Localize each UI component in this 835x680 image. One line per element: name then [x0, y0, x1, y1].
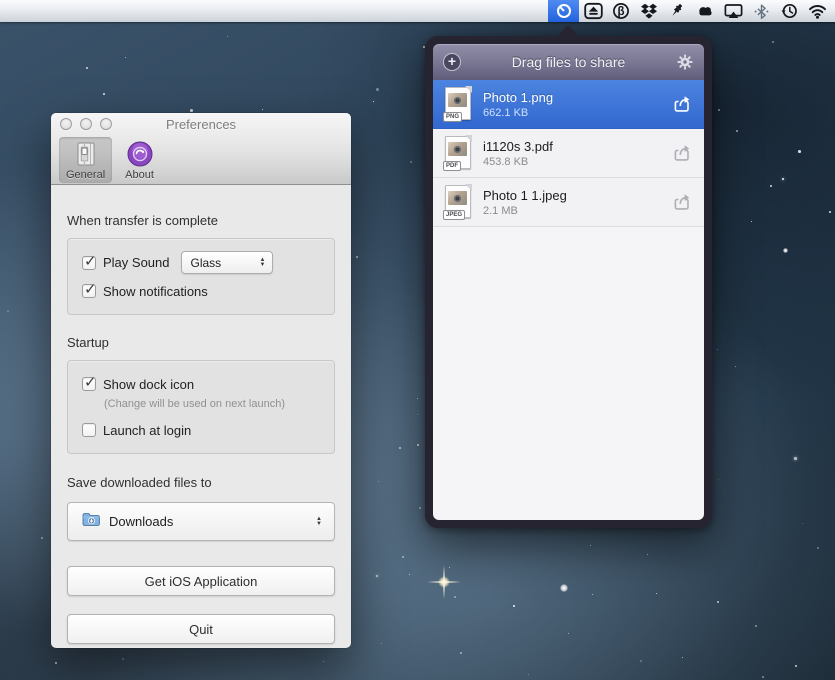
gear-icon[interactable]: [677, 54, 693, 70]
file-size: 453.8 KB: [483, 155, 672, 169]
save-folder-value: Downloads: [109, 514, 316, 529]
tab-about[interactable]: About: [118, 137, 161, 183]
menu-bar: β: [0, 0, 835, 22]
show-notifications-label: Show notifications: [103, 284, 208, 299]
file-row[interactable]: PDF i1120s 3.pdf 453.8 KB: [433, 129, 704, 178]
file-row[interactable]: JPEG Photo 1 1.jpeg 2.1 MB: [433, 178, 704, 227]
launch-at-login-checkbox[interactable]: [82, 423, 96, 437]
window-controls: [60, 118, 112, 130]
file-name: Photo 1 1.jpeg: [483, 187, 672, 204]
beta-icon[interactable]: β: [607, 0, 635, 22]
share-popover: + Drag files to share: [425, 36, 712, 528]
file-size: 662.1 KB: [483, 106, 672, 120]
preferences-window: Preferences General: [51, 113, 351, 648]
time-machine-icon[interactable]: [775, 0, 803, 22]
bright-star: [783, 248, 788, 253]
airplay-icon[interactable]: [719, 0, 747, 22]
share-icon[interactable]: [672, 143, 692, 163]
tab-general[interactable]: General: [59, 137, 112, 183]
section-heading-save: Save downloaded files to: [67, 475, 335, 490]
png-file-icon: PNG: [443, 86, 473, 122]
jpeg-file-icon: JPEG: [443, 184, 473, 220]
file-type-badge: PDF: [443, 161, 461, 171]
bright-star: [560, 584, 568, 592]
about-icon: [126, 140, 154, 168]
light-switch-icon: [72, 140, 100, 168]
bluetooth-icon[interactable]: [747, 0, 775, 22]
show-dock-icon-checkbox[interactable]: ✓: [82, 377, 96, 391]
launch-at-login-label: Launch at login: [103, 423, 191, 438]
preferences-content: When transfer is complete ✓ Play Sound G…: [51, 213, 351, 644]
quit-button[interactable]: Quit: [67, 614, 335, 644]
share-icon[interactable]: [672, 94, 692, 114]
play-sound-checkbox[interactable]: ✓: [82, 256, 96, 270]
file-size: 2.1 MB: [483, 204, 672, 218]
svg-text:β: β: [617, 6, 624, 18]
pdf-file-icon: PDF: [443, 135, 473, 171]
zoom-button[interactable]: [100, 118, 112, 130]
show-notifications-checkbox[interactable]: ✓: [82, 284, 96, 298]
window-chrome: Preferences General: [51, 113, 351, 185]
popover-arrow: [556, 25, 580, 37]
transfer-group-box: ✓ Play Sound Glass ▲▼ ✓ Show notificatio…: [67, 238, 335, 315]
sound-popup[interactable]: Glass ▲▼: [181, 251, 273, 274]
play-sound-label: Play Sound: [103, 255, 170, 270]
stepper-arrows-icon: ▲▼: [260, 258, 266, 268]
title-bar[interactable]: Preferences: [51, 113, 351, 135]
add-file-button[interactable]: +: [443, 53, 461, 71]
stepper-arrows-icon: ▲▼: [316, 517, 322, 527]
close-button[interactable]: [60, 118, 72, 130]
eject-box-icon[interactable]: [579, 0, 607, 22]
file-type-badge: JPEG: [443, 210, 465, 220]
popover-header: + Drag files to share: [433, 44, 704, 80]
show-dock-icon-note: (Change will be used on next launch): [104, 398, 320, 410]
minimize-button[interactable]: [80, 118, 92, 130]
window-title: Preferences: [166, 117, 236, 132]
wifi-icon[interactable]: [803, 0, 831, 22]
cloud-icon[interactable]: [691, 0, 719, 22]
tab-about-label: About: [125, 169, 154, 181]
popover-title: Drag files to share: [433, 54, 704, 70]
get-ios-application-button[interactable]: Get iOS Application: [67, 566, 335, 596]
sound-popup-value: Glass: [191, 256, 260, 270]
section-heading-startup: Startup: [67, 335, 335, 350]
share-icon[interactable]: [672, 192, 692, 212]
file-list: PNG Photo 1.png 662.1 KB PDF i1120s 3.pd…: [433, 80, 704, 520]
preferences-toolbar: General About: [51, 135, 351, 183]
downloads-folder-icon: [82, 512, 101, 532]
tab-general-label: General: [66, 169, 105, 181]
menubar-status-tray: β: [548, 0, 835, 22]
startup-group-box: ✓ Show dock icon (Change will be used on…: [67, 360, 335, 454]
file-name: Photo 1.png: [483, 89, 672, 106]
pin-icon[interactable]: [663, 0, 691, 22]
bright-star-flare: [427, 565, 461, 599]
section-heading-transfer: When transfer is complete: [67, 213, 335, 228]
save-folder-popup[interactable]: Downloads ▲▼: [67, 502, 335, 541]
file-type-badge: PNG: [443, 112, 462, 122]
file-row[interactable]: PNG Photo 1.png 662.1 KB: [433, 80, 704, 129]
app-menubar-icon[interactable]: [548, 0, 579, 22]
file-name: i1120s 3.pdf: [483, 138, 672, 155]
dropbox-icon[interactable]: [635, 0, 663, 22]
show-dock-icon-label: Show dock icon: [103, 377, 194, 392]
